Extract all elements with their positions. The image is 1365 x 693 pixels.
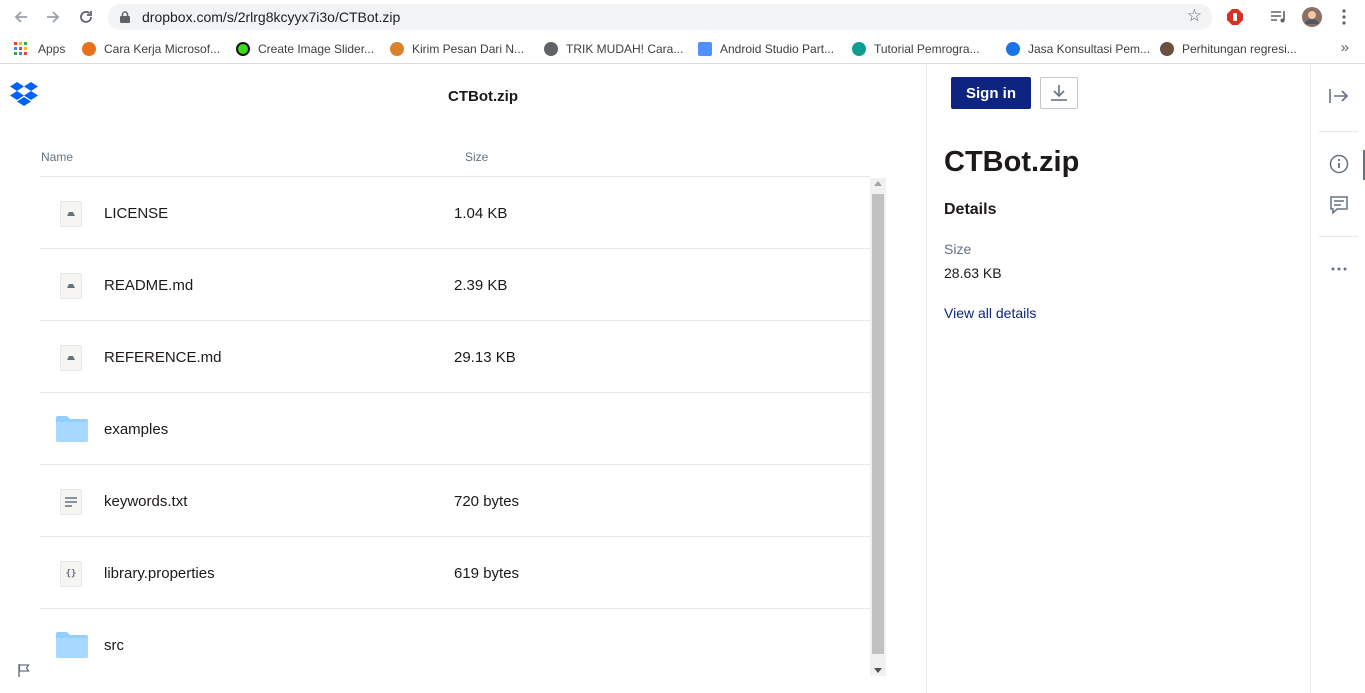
file-name[interactable]: REFERENCE.md [104, 349, 222, 366]
site-favicon-icon [82, 42, 96, 56]
folder-icon [56, 632, 88, 658]
site-favicon-icon [236, 42, 250, 56]
details-heading: Details [944, 201, 997, 218]
column-header-name[interactable]: Name [41, 150, 73, 164]
info-icon[interactable] [1327, 152, 1351, 176]
profile-avatar[interactable] [1302, 7, 1322, 27]
size-value: 28.63 KB [944, 265, 1002, 281]
scroll-down-arrow-icon[interactable] [874, 668, 882, 673]
bookmark-item[interactable]: Kirim Pesan Dari N... [390, 40, 524, 58]
collapse-panel-icon[interactable] [1327, 84, 1351, 108]
code-file-icon: {} [60, 561, 82, 587]
apps-grid-icon [14, 42, 27, 55]
more-bookmarks-icon[interactable]: » [1341, 39, 1349, 56]
url-text: dropbox.com/s/2rlrg8kcyyx7i3o/CTBot.zip [142, 9, 401, 25]
site-favicon-icon [390, 42, 404, 56]
globe-icon [544, 42, 558, 56]
rail-divider [1319, 236, 1358, 237]
view-all-details-link[interactable]: View all details [944, 305, 1036, 321]
bookmark-label: Tutorial Pemrogra... [874, 42, 980, 56]
bookmark-label: Cara Kerja Microsof... [104, 42, 221, 56]
rail-divider [1319, 131, 1358, 132]
site-favicon-icon [698, 42, 712, 56]
text-file-icon [60, 489, 82, 515]
table-row[interactable]: README.md 2.39 KB [40, 249, 870, 321]
forward-arrow-icon[interactable] [42, 6, 64, 28]
lock-icon [120, 11, 130, 23]
bookmark-label: Perhitungan regresi... [1182, 42, 1297, 56]
site-favicon-icon [1006, 42, 1020, 56]
bookmark-label: Kirim Pesan Dari N... [412, 42, 525, 56]
panel-title: CTBot.zip [944, 146, 1080, 178]
document-icon [60, 345, 82, 371]
bookmark-item[interactable]: Cara Kerja Microsof... [82, 40, 220, 58]
table-row[interactable]: LICENSE 1.04 KB [40, 177, 870, 249]
file-name[interactable]: library.properties [104, 565, 215, 582]
size-label: Size [944, 241, 972, 257]
file-browser: CTBot.zip Name Size LICENSE 1.04 KB READ… [0, 64, 926, 693]
bookmark-label: Create Image Slider... [258, 42, 375, 56]
browser-toolbar: dropbox.com/s/2rlrg8kcyyx7i3o/CTBot.zip … [0, 0, 1365, 34]
bookmark-item[interactable]: Perhitungan regresi... [1160, 40, 1297, 58]
bookmark-label: Android Studio Part... [720, 42, 835, 56]
scrollbar-thumb[interactable] [872, 194, 884, 654]
bookmark-label: Jasa Konsultasi Pem... [1028, 42, 1151, 56]
bookmark-apps[interactable]: Apps [14, 40, 65, 58]
file-title: CTBot.zip [448, 88, 518, 105]
file-list-scrollbar[interactable] [870, 178, 886, 676]
file-name[interactable]: README.md [104, 277, 193, 294]
file-list: LICENSE 1.04 KB README.md 2.39 KB REFERE… [40, 176, 870, 676]
download-button[interactable] [1040, 77, 1078, 109]
document-icon [60, 273, 82, 299]
bookmark-item[interactable]: Create Image Slider... [236, 40, 374, 58]
folder-icon [56, 416, 88, 442]
file-size: 619 bytes [454, 565, 520, 582]
download-icon [1051, 85, 1067, 101]
bookmarks-bar: Apps Cara Kerja Microsof... Create Image… [0, 34, 1365, 64]
media-control-icon[interactable] [1269, 7, 1289, 27]
file-name[interactable]: LICENSE [104, 205, 168, 222]
column-header-size[interactable]: Size [465, 150, 488, 164]
details-panel: Sign in CTBot.zip Details Size 28.63 KB … [926, 64, 1311, 693]
file-name[interactable]: examples [104, 421, 168, 438]
scroll-up-arrow-icon[interactable] [874, 181, 882, 186]
file-name[interactable]: keywords.txt [104, 493, 187, 510]
table-row[interactable]: keywords.txt 720 bytes [40, 465, 870, 537]
adblock-extension-icon[interactable] [1225, 7, 1245, 27]
bookmark-item[interactable]: Jasa Konsultasi Pem... [1006, 40, 1150, 58]
file-size: 720 bytes [454, 493, 520, 510]
table-row[interactable]: REFERENCE.md 29.13 KB [40, 321, 870, 393]
table-row[interactable]: {} library.properties 619 bytes [40, 537, 870, 609]
table-row[interactable]: examples [40, 393, 870, 465]
document-icon [60, 201, 82, 227]
bookmark-label: Apps [38, 42, 66, 56]
report-flag-icon[interactable] [18, 664, 30, 682]
file-size: 1.04 KB [454, 205, 508, 222]
bookmark-item[interactable]: Tutorial Pemrogra... [852, 40, 980, 58]
bookmark-item[interactable]: Android Studio Part... [698, 40, 834, 58]
file-size: 2.39 KB [454, 277, 508, 294]
site-favicon-icon [852, 42, 866, 56]
reload-icon[interactable] [75, 6, 97, 28]
table-row[interactable]: src [40, 609, 870, 676]
browser-menu-icon[interactable] [1334, 7, 1354, 27]
file-name[interactable]: src [104, 637, 124, 654]
site-favicon-icon [1160, 42, 1174, 56]
comment-icon[interactable] [1327, 193, 1351, 217]
file-size: 29.13 KB [454, 349, 516, 366]
bookmark-label: TRIK MUDAH! Cara... [566, 42, 684, 56]
bookmark-item[interactable]: TRIK MUDAH! Cara... [544, 40, 683, 58]
bookmark-star-icon[interactable]: ☆ [1187, 6, 1202, 26]
sign-in-button[interactable]: Sign in [951, 77, 1031, 109]
side-rail [1310, 64, 1365, 693]
address-bar[interactable]: dropbox.com/s/2rlrg8kcyyx7i3o/CTBot.zip … [108, 4, 1212, 30]
back-arrow-icon[interactable] [10, 6, 32, 28]
more-options-icon[interactable] [1327, 257, 1351, 281]
